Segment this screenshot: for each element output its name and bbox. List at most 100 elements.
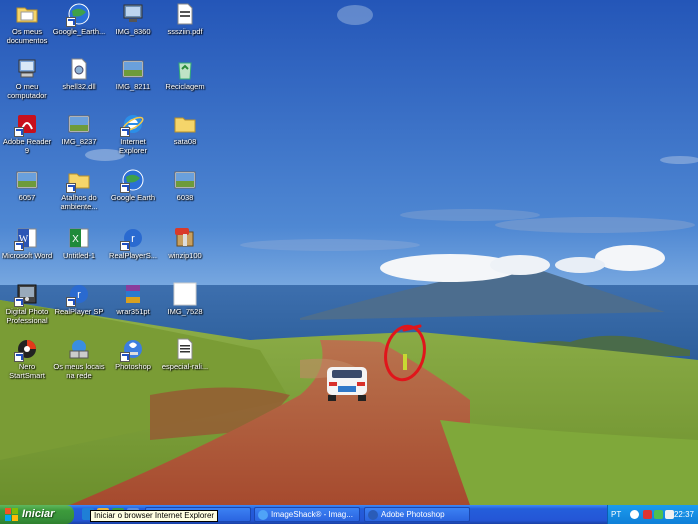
photo-icon bbox=[67, 112, 91, 136]
desktop-icon[interactable]: r RealPlayer SP bbox=[52, 282, 106, 317]
desktop-icon-label: Nero StartSmart bbox=[9, 362, 45, 380]
desktop-icon[interactable]: IMG_8360 bbox=[106, 2, 160, 37]
desktop-icon[interactable]: Internet Explorer bbox=[106, 112, 160, 155]
shortcut-arrow-icon bbox=[14, 352, 24, 362]
desktop-icon[interactable]: 6057 bbox=[0, 168, 54, 203]
desktop-icon-label: Microsoft Word bbox=[1, 251, 53, 260]
desktop-icon[interactable]: sata08 bbox=[158, 112, 212, 147]
desktop-icon[interactable]: Reciclagem bbox=[158, 57, 212, 92]
desktop-icon-label: winzip100 bbox=[168, 251, 202, 260]
desktop-icon[interactable]: wrar351pt bbox=[106, 282, 160, 317]
desktop-icon-label: sssziin.pdf bbox=[167, 27, 203, 36]
desktop-icon[interactable]: Google_Earth... bbox=[52, 2, 106, 37]
desktop-icon[interactable]: especial-rali... bbox=[158, 337, 212, 372]
desktop-icon-label: Os meus documentos bbox=[6, 27, 48, 45]
desktop-icon-label: Atalhos do ambiente... bbox=[60, 193, 98, 211]
blank-image-icon bbox=[173, 282, 197, 306]
desktop-icon[interactable]: 6038 bbox=[158, 168, 212, 203]
desktop-icon[interactable]: W Microsoft Word bbox=[0, 226, 54, 261]
taskbar-button-label: ImageShack® - Imag... bbox=[271, 510, 353, 519]
desktop-icon[interactable]: r RealPlayerS... bbox=[106, 226, 160, 261]
realplayer-icon: r bbox=[66, 282, 91, 307]
desktop-icon[interactable]: Digital Photo Professional bbox=[0, 282, 54, 325]
desktop-icon[interactable]: X Untitled-1 bbox=[52, 226, 106, 261]
svg-text:r: r bbox=[77, 289, 81, 301]
desktop-icon[interactable]: winzip100 bbox=[158, 226, 212, 261]
desktop-icon[interactable]: Os meus documentos bbox=[0, 2, 54, 45]
internet-explorer-icon bbox=[120, 112, 145, 137]
taskbar-button-label: Adobe Photoshop bbox=[381, 510, 445, 519]
desktop-icon-label: Untitled-1 bbox=[62, 251, 96, 260]
desktop-icon-label: 6057 bbox=[18, 193, 36, 202]
word-icon: W bbox=[14, 226, 39, 251]
photo-icon bbox=[173, 168, 197, 192]
folder-icon bbox=[66, 168, 91, 193]
system-tray: PT 22:37 bbox=[607, 505, 698, 524]
realplayer-icon: r bbox=[120, 226, 145, 251]
desktop-icon-label: shell32.dll bbox=[62, 82, 96, 91]
photo-icon bbox=[15, 168, 39, 192]
shortcut-arrow-icon bbox=[120, 241, 130, 251]
tray-volume-icon[interactable] bbox=[665, 510, 674, 519]
desktop[interactable]: Os meus documentos Google_Earth... IMG_836… bbox=[0, 0, 698, 505]
desktop-icon-label: IMG_8237 bbox=[61, 137, 97, 146]
taskbar-button[interactable]: Adobe Photoshop bbox=[364, 507, 470, 522]
desktop-icon[interactable]: IMG_7528 bbox=[158, 282, 212, 317]
desktop-icon-label: IMG_8211 bbox=[115, 82, 151, 91]
my-computer-icon bbox=[15, 57, 39, 81]
shortcut-arrow-icon bbox=[14, 297, 24, 307]
desktop-icon-label: especial-rali... bbox=[161, 362, 209, 371]
photo-icon bbox=[121, 57, 145, 81]
tray-arrow-icon[interactable] bbox=[630, 510, 639, 519]
shortcut-arrow-icon bbox=[120, 183, 130, 193]
pdf-document-icon bbox=[173, 2, 197, 26]
document-icon bbox=[173, 337, 197, 361]
desktop-icon[interactable]: Google Earth bbox=[106, 168, 160, 203]
shortcut-arrow-icon bbox=[66, 17, 76, 27]
tray-network-icon[interactable] bbox=[654, 510, 663, 519]
google-earth-icon bbox=[120, 168, 145, 193]
desktop-icon[interactable]: Atalhos do ambiente... bbox=[52, 168, 106, 211]
desktop-icon-label: Adobe Reader 9 bbox=[2, 137, 52, 155]
excel-icon: X bbox=[67, 226, 91, 250]
digital-photo-icon bbox=[14, 282, 39, 307]
desktop-icon-label: Digital Photo Professional bbox=[5, 307, 49, 325]
folder-icon bbox=[173, 112, 197, 136]
desktop-icon-label: RealPlayer SP bbox=[54, 307, 104, 316]
desktop-icon[interactable]: O meu computador bbox=[0, 57, 54, 100]
nero-icon bbox=[14, 337, 39, 362]
shortcut-arrow-icon bbox=[120, 127, 130, 137]
desktop-icon[interactable]: Os meus locais na rede bbox=[52, 337, 106, 380]
clock[interactable]: 22:37 bbox=[674, 505, 694, 524]
tooltip: Iniciar o browser Internet Explorer bbox=[90, 510, 219, 522]
desktop-icon-label: Reciclagem bbox=[165, 82, 205, 91]
tray-security-icon[interactable] bbox=[643, 510, 652, 519]
start-label: Iniciar bbox=[22, 508, 55, 520]
desktop-icon-label: Photoshop bbox=[115, 362, 151, 371]
desktop-icon-label: Internet Explorer bbox=[119, 137, 147, 155]
desktop-icon[interactable]: IMG_8211 bbox=[106, 57, 160, 92]
folder-documents-icon bbox=[15, 2, 39, 26]
desktop-icon[interactable]: Adobe Reader 9 bbox=[0, 112, 54, 155]
desktop-icon-label: Google_Earth... bbox=[52, 27, 106, 36]
desktop-icon-label: sata08 bbox=[173, 137, 197, 146]
start-button[interactable]: Iniciar bbox=[0, 505, 74, 524]
desktop-icon-label: IMG_8360 bbox=[115, 27, 151, 36]
desktop-icon[interactable]: IMG_8237 bbox=[52, 112, 106, 147]
desktop-icon-label: RealPlayerS... bbox=[109, 251, 157, 260]
desktop-icon-label: Google Earth bbox=[110, 193, 156, 202]
recycle-bin-icon bbox=[173, 57, 197, 81]
adobe-reader-icon bbox=[14, 112, 39, 137]
desktop-icon[interactable]: Photoshop bbox=[106, 337, 160, 372]
dll-file-icon bbox=[67, 57, 91, 81]
desktop-icon-label: O meu computador bbox=[7, 82, 47, 100]
desktop-icon-label: wrar351pt bbox=[116, 307, 150, 316]
photoshop-task-icon bbox=[368, 510, 378, 520]
desktop-icon[interactable]: sssziin.pdf bbox=[158, 2, 212, 37]
desktop-icon-label: Os meus locais na rede bbox=[53, 362, 105, 380]
svg-text:X: X bbox=[72, 234, 79, 245]
taskbar-button[interactable]: ImageShack® - Imag... bbox=[254, 507, 360, 522]
language-indicator[interactable]: PT bbox=[611, 505, 621, 524]
desktop-icon[interactable]: shell32.dll bbox=[52, 57, 106, 92]
desktop-icon[interactable]: Nero StartSmart bbox=[0, 337, 54, 380]
